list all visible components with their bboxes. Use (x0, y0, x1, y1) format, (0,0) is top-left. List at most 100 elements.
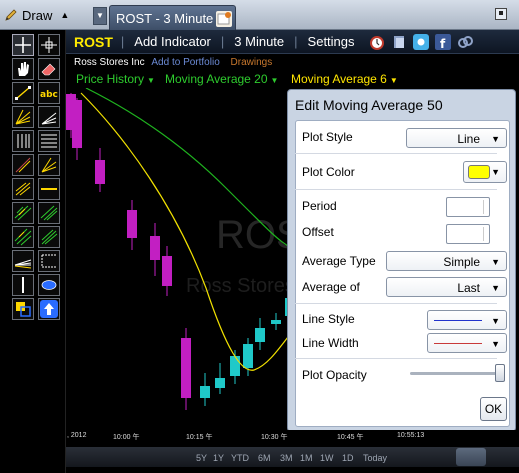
range-button-today[interactable]: Today (363, 453, 387, 463)
chart-tab[interactable]: ROST - 3 Minute (109, 5, 236, 31)
text-tool-icon[interactable]: abc (38, 82, 60, 104)
chevron-down-icon: ▼ (491, 339, 500, 349)
speed-lines-tool-icon[interactable] (38, 106, 60, 128)
add-to-portfolio-link[interactable]: Add to Portfolio (151, 57, 219, 68)
candle-body (127, 210, 137, 238)
opacity-slider-track[interactable] (410, 372, 502, 375)
plot-color-picker[interactable]: ▼ (463, 161, 507, 183)
top-tab-bar: Draw ▲ ▼ ROST - 3 Minute (0, 0, 519, 31)
draw-label: Draw (22, 7, 53, 23)
ellipse-tool-icon[interactable] (38, 274, 60, 296)
study-price-history[interactable]: Price History ▼ (76, 72, 155, 86)
average-type-value: Simple (443, 255, 480, 269)
dialog-title: Edit Moving Average 50 (295, 97, 443, 113)
time-label: 10:45 午 (337, 434, 364, 441)
period-input[interactable]: 6 (446, 197, 490, 217)
new-tab-icon[interactable] (216, 11, 232, 27)
ok-button[interactable]: OK (480, 397, 507, 421)
average-of-select[interactable]: Last ▼ (386, 277, 507, 297)
range-button-3m[interactable]: 3M (280, 453, 293, 463)
svg-text:abc: abc (40, 90, 58, 100)
settings-button[interactable]: Settings (300, 34, 363, 49)
cycle-lines-tool-icon[interactable] (38, 226, 60, 248)
draw-menu-button[interactable]: Draw ▲ (4, 5, 88, 25)
symbol-label[interactable]: ROST (66, 34, 119, 50)
candle-body (271, 320, 281, 324)
fan-lines-tool-icon[interactable] (12, 106, 34, 128)
candle-body (162, 256, 172, 286)
arrow-up-tool-icon[interactable] (38, 298, 60, 320)
candle-body (243, 344, 253, 368)
interval-button[interactable]: 3 Minute (226, 34, 292, 49)
regression-channel-tool-icon[interactable] (38, 202, 60, 224)
twitter-icon[interactable] (412, 33, 429, 50)
spinner-icon[interactable] (483, 200, 488, 214)
range-button-1w[interactable]: 1W (320, 453, 334, 463)
link-icon[interactable] (457, 34, 473, 50)
chart-subheader: Ross Stores Inc Add to Portfolio Drawing… (74, 57, 272, 68)
candle-body (150, 236, 160, 260)
range-button-1m[interactable]: 1M (300, 453, 313, 463)
average-of-value: Last (457, 281, 480, 295)
time-label: 10:30 午 (261, 434, 288, 441)
trendline-tool-icon[interactable] (12, 82, 34, 104)
line-style-label: Line Style (302, 312, 355, 326)
line-width-preview (434, 343, 482, 344)
study-label: Price History (76, 72, 145, 86)
candle-body (215, 378, 225, 388)
crosshair-cursor-icon[interactable] (38, 34, 60, 56)
time-label: 10:55:13 (397, 432, 425, 439)
study-moving-average-20[interactable]: Moving Average 20 ▼ (165, 72, 278, 86)
offset-value: 0 (473, 228, 480, 242)
fibonacci-channel-tool-icon[interactable] (12, 226, 34, 248)
separator: | (120, 34, 125, 49)
alarm-clock-icon[interactable] (369, 34, 385, 50)
range-button-ytd[interactable]: YTD (231, 453, 249, 463)
crosshair-tool-icon[interactable] (12, 34, 34, 56)
line-width-select[interactable]: ▼ (427, 333, 507, 353)
candle-body (72, 100, 82, 148)
chevron-down-icon: ▼ (491, 167, 500, 177)
fibonacci-fan-tool-icon[interactable] (12, 250, 34, 272)
horizontal-line-tool-icon[interactable] (38, 178, 60, 200)
facebook-icon[interactable]: f (434, 33, 451, 50)
andrews-pitchfork-tool-icon[interactable] (12, 178, 34, 200)
offset-input[interactable]: 0 (446, 224, 490, 244)
print-icon[interactable] (391, 34, 407, 50)
range-button-1d[interactable]: 1D (342, 453, 354, 463)
chevron-down-icon: ▼ (491, 283, 500, 293)
line-style-select[interactable]: ▼ (427, 310, 507, 330)
range-button-5y[interactable]: 5Y (196, 453, 207, 463)
parallel-channel-tool-icon[interactable] (12, 202, 34, 224)
vertical-lines-tool-icon[interactable] (12, 130, 34, 152)
study-moving-average-6[interactable]: Moving Average 6 ▼ (291, 72, 398, 86)
range-button-6m[interactable]: 6M (258, 453, 271, 463)
tab-dropdown-button[interactable]: ▼ (93, 7, 107, 25)
period-label: Period (302, 199, 337, 213)
line-style-preview (434, 320, 482, 321)
spinner-icon[interactable] (483, 227, 488, 241)
plot-color-label: Plot Color (302, 165, 355, 179)
plot-style-label: Plot Style (302, 130, 353, 144)
fibonacci-arc-tool-icon[interactable] (12, 154, 34, 176)
range-button-1y[interactable]: 1Y (213, 453, 224, 463)
hand-pan-icon[interactable] (12, 58, 34, 80)
plot-style-select[interactable]: Line ▼ (406, 128, 507, 148)
range-scroll-handle[interactable] (456, 448, 486, 466)
rectangle-tool-icon[interactable] (38, 250, 60, 272)
drawings-link[interactable]: Drawings (231, 57, 273, 68)
average-type-select[interactable]: Simple ▼ (386, 251, 507, 271)
eraser-icon[interactable] (38, 58, 60, 80)
horizontal-levels-tool-icon[interactable] (38, 130, 60, 152)
chevron-down-icon: ▼ (491, 134, 500, 144)
square-shape-tool-icon[interactable] (12, 298, 34, 320)
average-type-label: Average Type (302, 254, 376, 268)
plot-style-value: Line (457, 132, 480, 146)
vertical-line-tool-icon[interactable] (12, 274, 34, 296)
gann-fan-tool-icon[interactable] (38, 154, 60, 176)
window-restore-icon[interactable] (495, 8, 507, 20)
add-indicator-button[interactable]: Add Indicator (126, 34, 219, 49)
candle-body (230, 356, 240, 376)
opacity-slider-thumb[interactable] (495, 364, 505, 382)
chevron-down-icon: ▼ (389, 76, 398, 85)
